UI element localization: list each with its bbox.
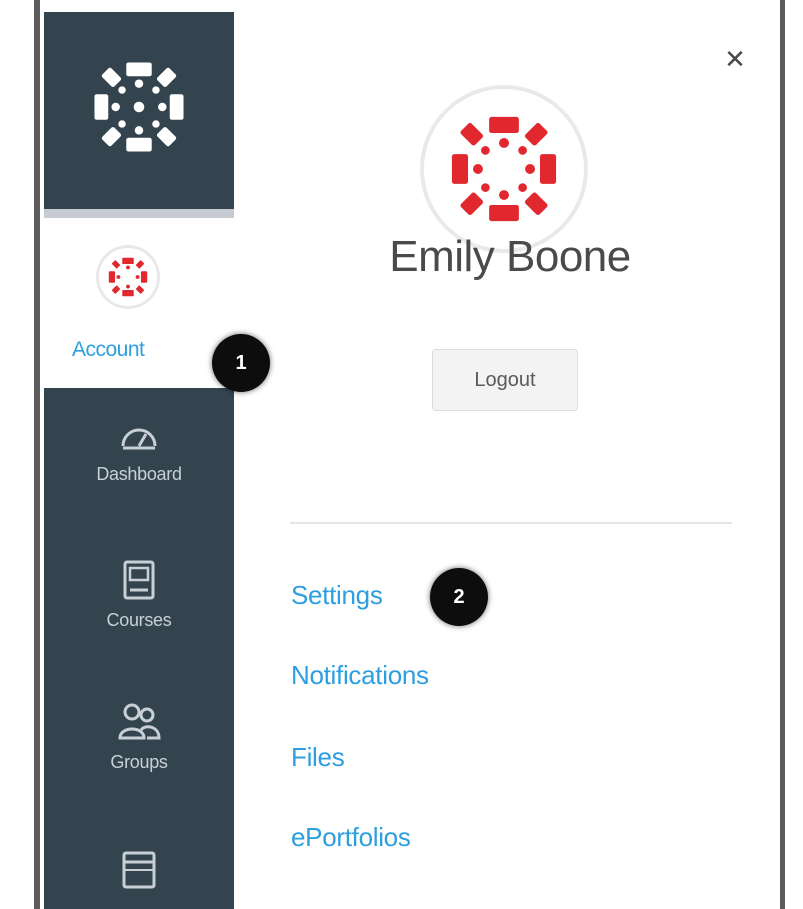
settings-link[interactable]: Settings (291, 580, 383, 611)
nav-item-calendar[interactable] (44, 850, 234, 890)
notifications-link[interactable]: Notifications (291, 660, 429, 691)
user-avatar (420, 85, 588, 253)
tray-divider (290, 522, 732, 524)
callout-marker-account: 1 (212, 334, 270, 392)
global-nav: Account Dashboard Courses Groups (44, 12, 234, 909)
close-button[interactable]: ✕ (720, 44, 750, 74)
courses-icon (123, 560, 155, 600)
calendar-icon (122, 851, 156, 889)
nav-item-groups[interactable]: Groups (44, 702, 234, 773)
nav-item-label: Account (72, 338, 145, 361)
canvas-logo-icon (94, 62, 184, 152)
dashboard-icon (121, 428, 157, 450)
nav-item-dashboard[interactable]: Dashboard (44, 418, 234, 485)
account-avatar (96, 245, 160, 309)
nav-item-label: Dashboard (96, 464, 182, 484)
callout-marker-settings: 2 (430, 568, 488, 626)
logout-button[interactable]: Logout (432, 349, 578, 411)
nav-item-label: Groups (110, 752, 168, 772)
nav-logo-divider (44, 209, 234, 218)
close-icon: ✕ (724, 44, 746, 74)
nav-item-account[interactable]: Account (44, 218, 234, 388)
nav-logo[interactable] (44, 12, 234, 209)
eportfolios-link[interactable]: ePortfolios (291, 822, 411, 853)
user-name: Emily Boone (389, 232, 631, 281)
groups-icon (118, 703, 161, 740)
window-frame-right (780, 0, 785, 909)
window-frame-left (34, 0, 40, 909)
canvas-logo-icon (108, 257, 148, 297)
nav-item-courses[interactable]: Courses (44, 560, 234, 631)
canvas-logo-icon (451, 116, 557, 222)
nav-item-label: Courses (106, 610, 172, 630)
files-link[interactable]: Files (291, 742, 345, 773)
